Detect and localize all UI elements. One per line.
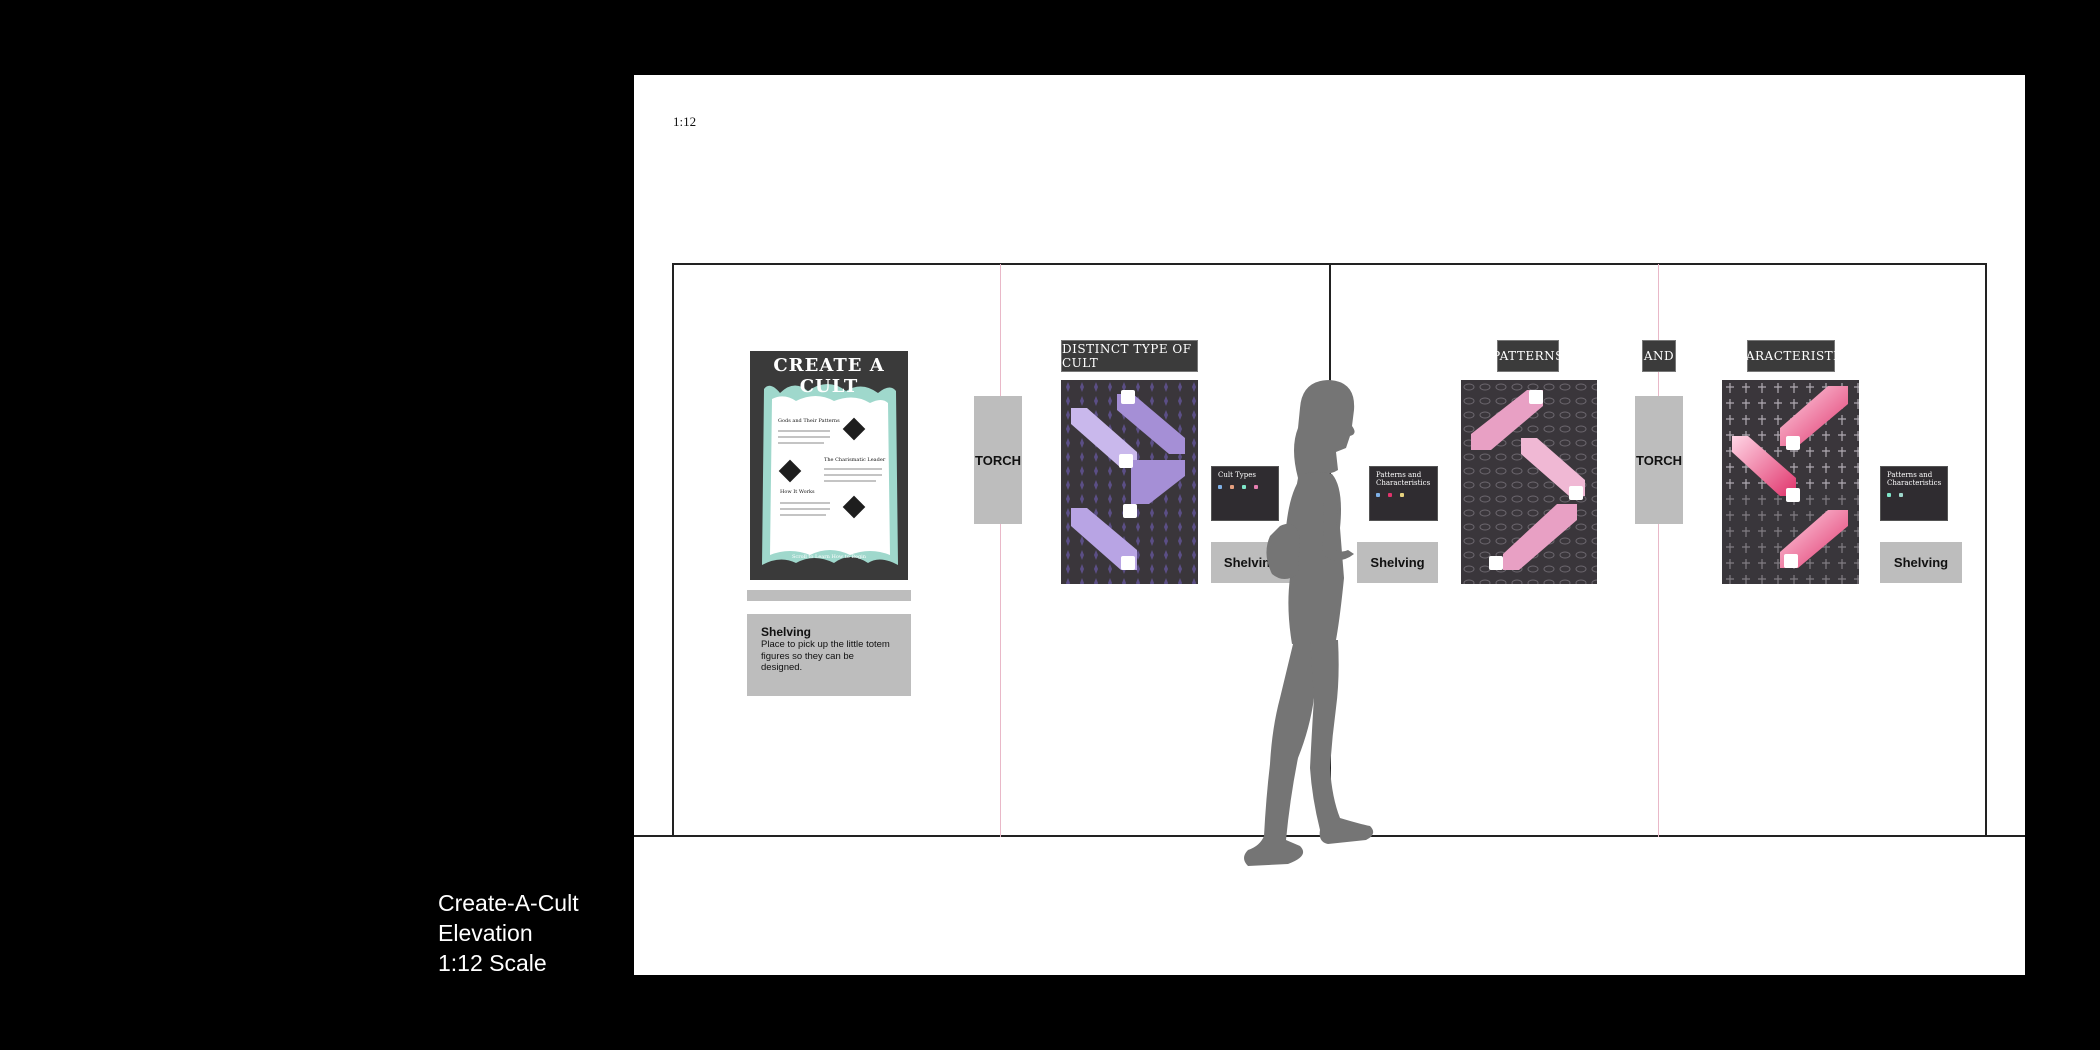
- torch-right: TORCH: [1635, 396, 1683, 524]
- drawing-view: Elevation: [438, 920, 533, 946]
- poster-section-1: Gods and Their Patterns: [778, 418, 840, 424]
- poster-section-3: How It Works: [780, 489, 815, 495]
- info-card-legend: [1887, 493, 1941, 497]
- shelving-note-body: Place to pick up the little totem figure…: [761, 639, 890, 673]
- header-characteristics: CHARACTERISTICS: [1725, 340, 1856, 372]
- shelving-note: Shelving Place to pick up the little tot…: [747, 614, 911, 696]
- panel-characteristics-art: [1722, 380, 1859, 584]
- shelf-bar: [747, 590, 911, 601]
- poster-section-2: The Charismatic Leader: [824, 457, 886, 463]
- header-and: AND: [1642, 340, 1676, 372]
- panel-cult-type-art: [1061, 380, 1198, 584]
- header-distinct-type-of-cult: DISTINCT TYPE OF CULT: [1061, 340, 1198, 372]
- poster-title: CREATE A CULT: [773, 355, 885, 397]
- info-card-characteristics: Patterns and Characteristics: [1880, 466, 1948, 521]
- info-card-title: Patterns and Characteristics: [1887, 471, 1942, 487]
- shelving-label-3: Shelving: [1880, 542, 1962, 583]
- panel-characteristics: [1722, 380, 1859, 584]
- drawing-title: Create-A-Cult: [438, 890, 579, 916]
- guide-line: [1000, 264, 1001, 837]
- panel-patterns: [1461, 380, 1597, 584]
- drawing-title-block: Create-A-Cult Elevation 1:12 Scale: [438, 888, 579, 978]
- panel-patterns-art: [1461, 380, 1597, 584]
- shelving-note-heading: Shelving: [761, 625, 812, 639]
- drawing-scale: 1:12 Scale: [438, 950, 547, 976]
- header-patterns: PATTERNS: [1492, 340, 1563, 372]
- create-a-cult-poster: CREATE A CULT Gods and Their Patterns Th…: [750, 351, 908, 580]
- poster-footer: Scroll to Learn How to Begin: [792, 554, 866, 560]
- human-silhouette-icon: [1244, 380, 1374, 866]
- torch-left: TORCH: [974, 396, 1022, 524]
- scale-note: 1:12: [673, 114, 697, 129]
- panel-cult-type: [1061, 380, 1198, 584]
